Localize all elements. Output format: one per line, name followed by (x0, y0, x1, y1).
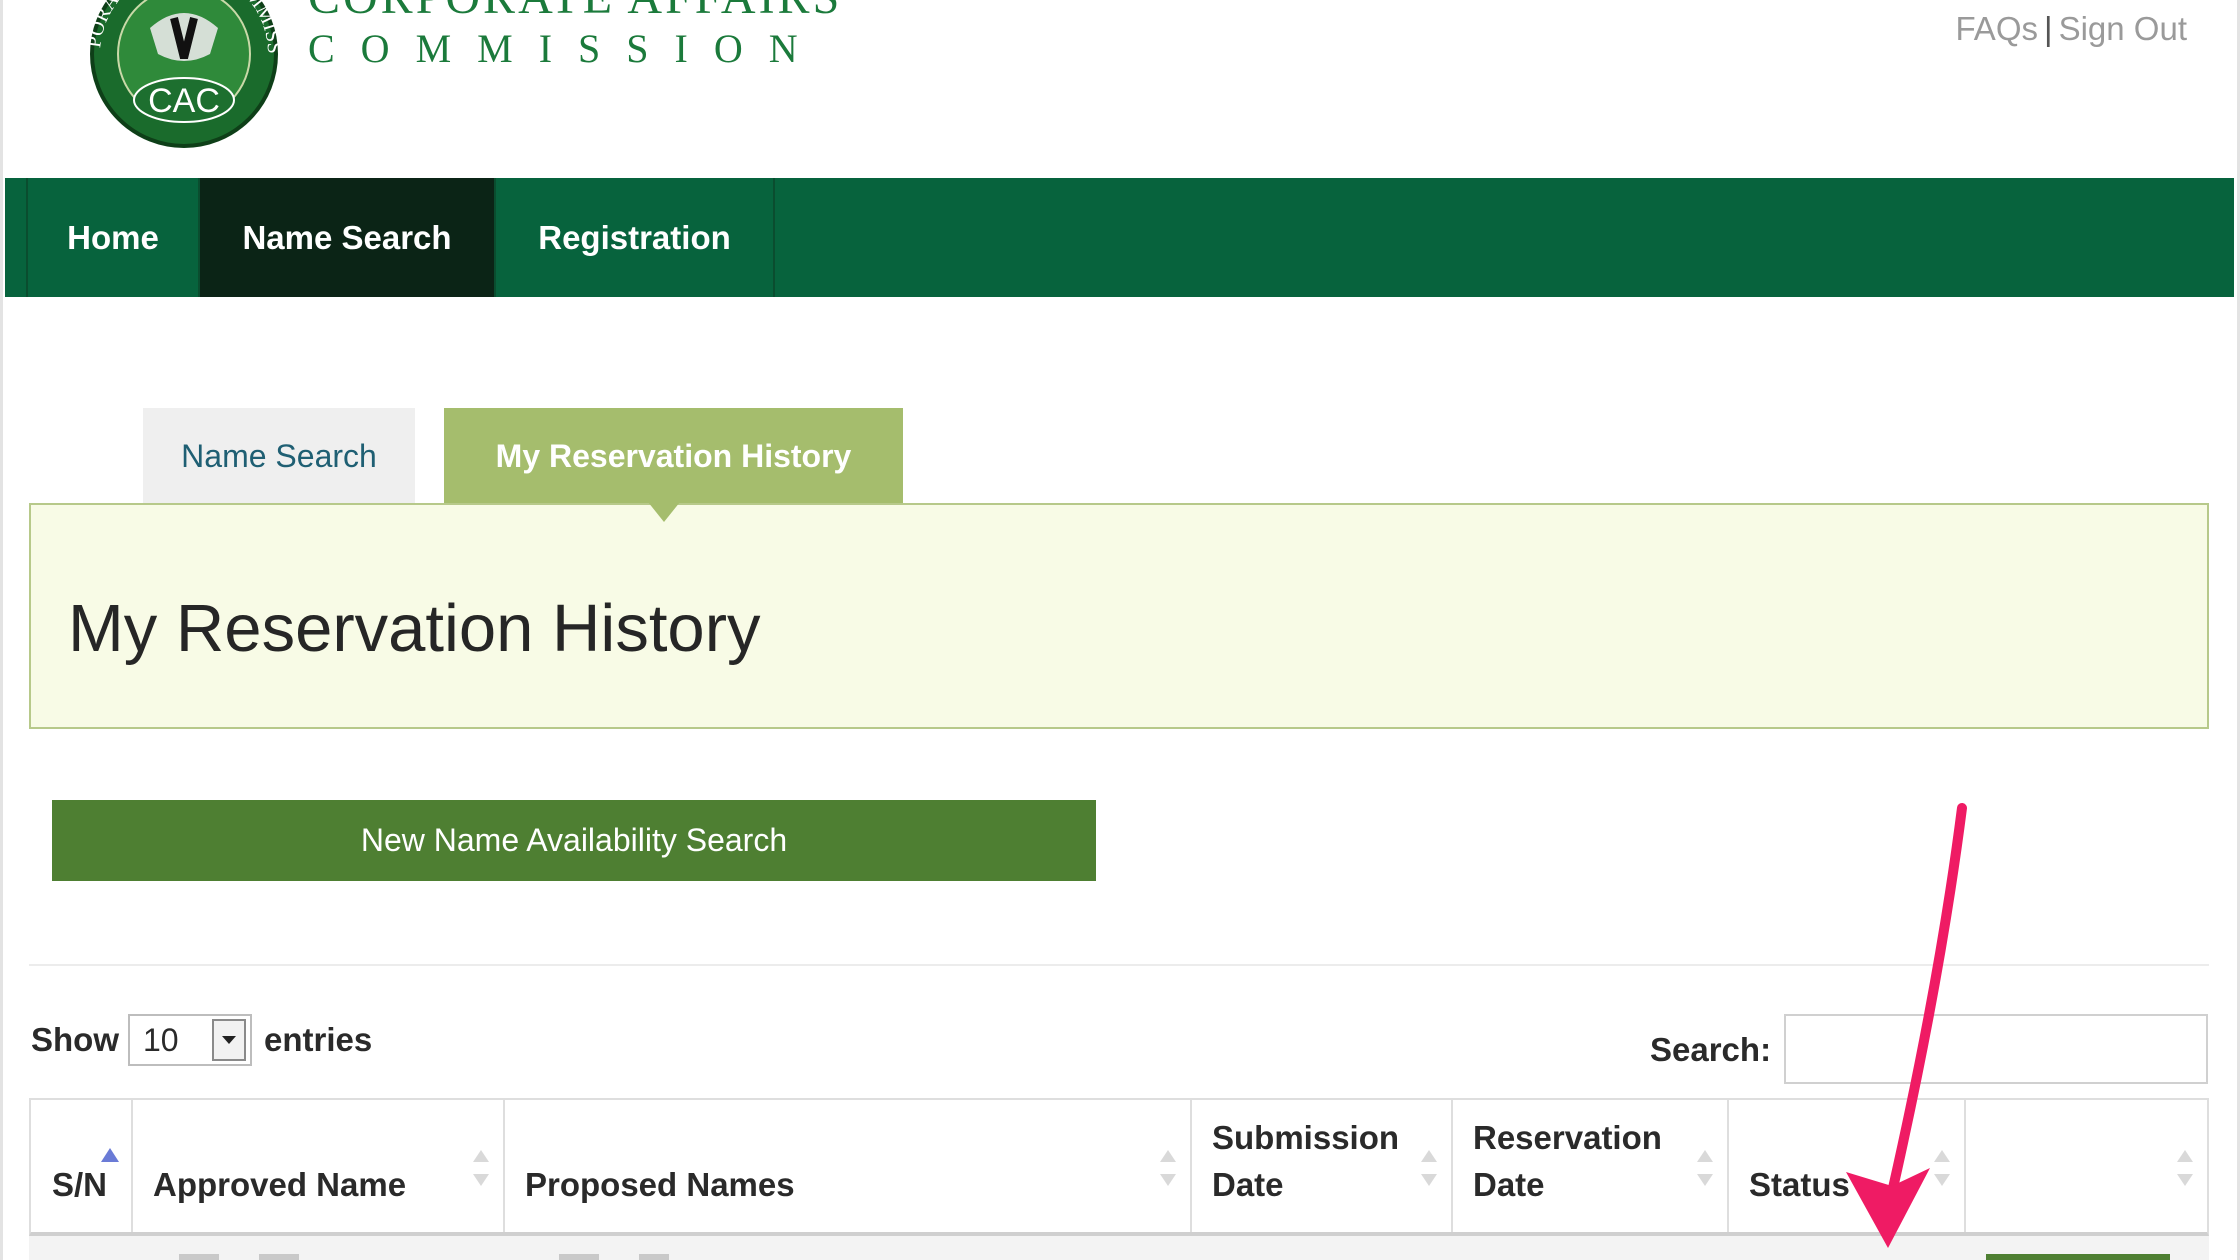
show-label: Show (31, 1021, 119, 1058)
column-header-reservation-date[interactable]: Reservation Date (1453, 1100, 1729, 1232)
brand-title: CORPORATE AFFAIRS COMMISSION (308, 0, 842, 72)
column-header-status[interactable]: Status (1729, 1100, 1966, 1232)
sort-icon (1697, 1150, 1713, 1186)
page-title: My Reservation History (68, 591, 761, 666)
brand-line-2: COMMISSION (308, 26, 824, 71)
sort-ascending-icon (101, 1148, 119, 1162)
cell-placeholder (259, 1254, 299, 1260)
column-header-label: S/N (52, 1166, 108, 1203)
sort-icon (1421, 1150, 1437, 1186)
column-header-submission-date[interactable]: Submission Date (1192, 1100, 1453, 1232)
entries-label: entries (264, 1021, 373, 1058)
table-search-input[interactable] (1784, 1014, 2208, 1084)
faqs-link[interactable]: FAQs (1955, 10, 2038, 47)
table-row (29, 1236, 2209, 1260)
sort-icon (1934, 1150, 1950, 1186)
divider (29, 964, 2209, 966)
column-header-label: Approved Name (153, 1166, 407, 1203)
tab-my-reservation-history[interactable]: My Reservation History (444, 408, 903, 504)
sign-out-link[interactable]: Sign Out (2059, 10, 2187, 47)
column-header-label: Status (1749, 1166, 1850, 1203)
cell-placeholder (559, 1254, 599, 1260)
link-separator: | (2044, 10, 2053, 47)
nav-name-search[interactable]: Name Search (200, 178, 496, 297)
active-tab-caret (648, 502, 680, 522)
column-header-action[interactable] (1966, 1100, 2207, 1232)
table-header: S/N Approved Name Proposed Names Submiss… (29, 1098, 2209, 1236)
nav-registration[interactable]: Registration (496, 178, 775, 297)
search-label: Search: (1650, 1031, 1772, 1068)
nav-home[interactable]: Home (28, 178, 200, 297)
column-header-sn[interactable]: S/N (31, 1100, 133, 1232)
logo-center-text: CAC (148, 82, 220, 120)
column-header-label: Submission Date (1212, 1119, 1400, 1203)
nav-spacer (5, 178, 28, 297)
main-nav: Home Name Search Registration (5, 178, 2234, 297)
cac-logo[interactable]: CORPORATE AFFAIRS COMMISSION CAC (70, 0, 298, 150)
sort-icon (2177, 1150, 2193, 1186)
chevron-down-icon[interactable] (212, 1019, 246, 1061)
row-action-button[interactable] (1986, 1254, 2170, 1260)
heading-panel: My Reservation History (29, 503, 2209, 729)
column-header-label: Reservation Date (1473, 1119, 1662, 1203)
entries-select-value: 10 (143, 1021, 179, 1058)
column-header-proposed-names[interactable]: Proposed Names (505, 1100, 1192, 1232)
cell-placeholder (179, 1254, 219, 1260)
tab-name-search[interactable]: Name Search (143, 408, 415, 504)
cell-placeholder (639, 1254, 669, 1260)
new-name-availability-search-button[interactable]: New Name Availability Search (52, 800, 1096, 881)
sort-icon (473, 1150, 489, 1186)
top-links: FAQs | Sign Out (1955, 10, 2187, 48)
entries-select[interactable]: 10 (128, 1014, 252, 1066)
sort-icon (1160, 1150, 1176, 1186)
brand-line-1: CORPORATE AFFAIRS (308, 0, 842, 26)
column-header-approved-name[interactable]: Approved Name (133, 1100, 505, 1232)
column-header-label: Proposed Names (525, 1166, 795, 1203)
